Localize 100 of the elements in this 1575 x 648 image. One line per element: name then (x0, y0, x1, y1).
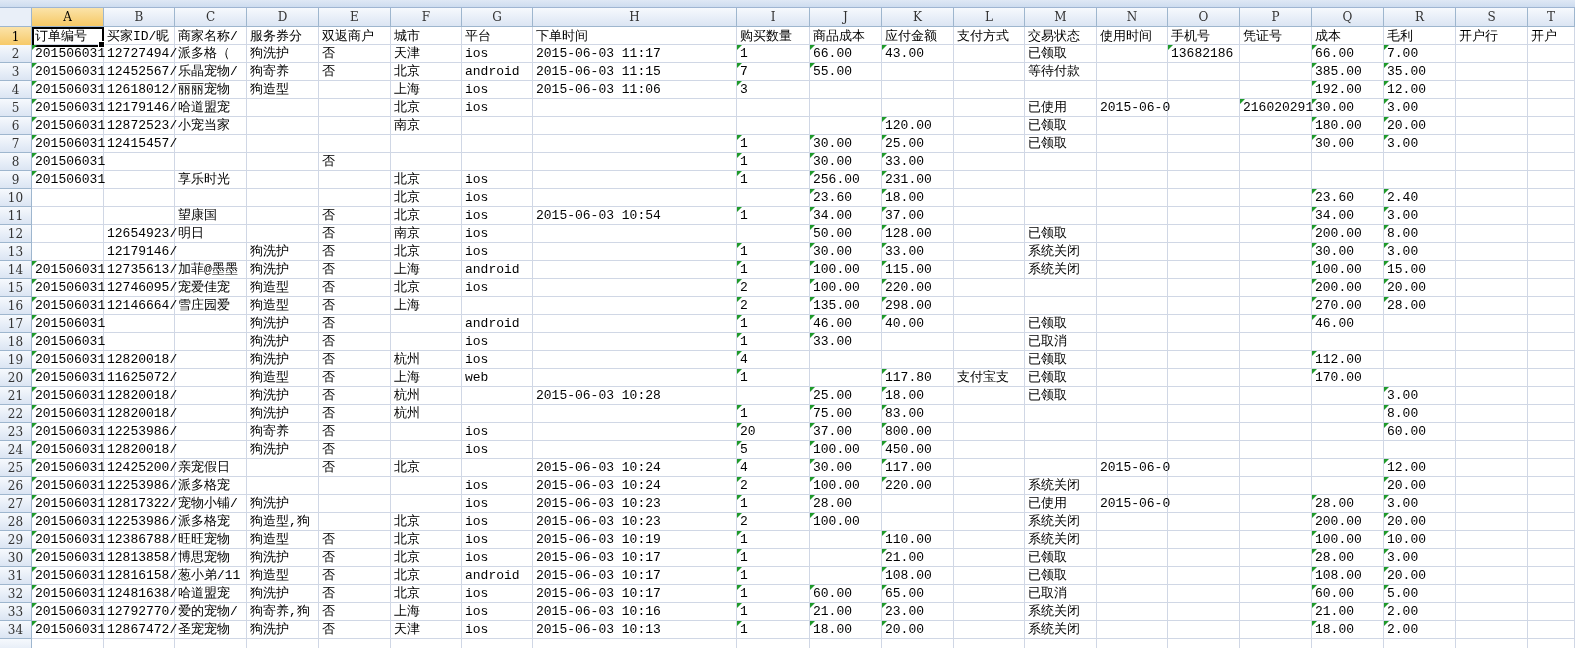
row-header[interactable]: 7 (0, 135, 32, 153)
table-cell: 108.00 (885, 568, 932, 584)
row-header[interactable]: 11 (0, 207, 32, 225)
table-cell: 12735613/ (107, 262, 178, 278)
column-header[interactable]: T (1528, 8, 1575, 27)
column-header[interactable]: K (882, 8, 954, 27)
row-header[interactable]: 24 (0, 441, 32, 459)
table-cell: 12872523/ (107, 118, 178, 134)
row-header[interactable]: 32 (0, 585, 32, 603)
table-cell: ios (465, 496, 489, 512)
column-header[interactable]: N (1097, 8, 1168, 27)
table-cell: 201506031 (35, 388, 106, 404)
table-cell: 系统关闭 (1028, 622, 1080, 638)
row-header[interactable]: 1 (0, 27, 32, 47)
row-header[interactable]: 18 (0, 333, 32, 351)
row-header[interactable]: 19 (0, 351, 32, 369)
table-cell: 1 (740, 496, 748, 512)
selected-cell[interactable]: 订单编号 (32, 27, 104, 47)
row-header[interactable]: 16 (0, 297, 32, 315)
column-header[interactable]: M (1025, 8, 1097, 27)
row-header[interactable]: 23 (0, 423, 32, 441)
table-cell: 北京 (394, 568, 420, 584)
row-header[interactable]: 25 (0, 459, 32, 477)
row-header[interactable]: 26 (0, 477, 32, 495)
table-cell: 298.00 (885, 298, 932, 314)
row-header[interactable]: 5 (0, 99, 32, 117)
row-header[interactable]: 6 (0, 117, 32, 135)
row-header[interactable]: 15 (0, 279, 32, 297)
column-header[interactable]: A (32, 8, 104, 27)
column-header[interactable]: J (810, 8, 882, 27)
row-header[interactable]: 22 (0, 405, 32, 423)
table-cell: 狗造型,狗 (250, 514, 310, 530)
table-cell: ios (465, 586, 489, 602)
row-header[interactable]: 21 (0, 387, 32, 405)
table-cell: 30.00 (1315, 100, 1354, 116)
row-header[interactable]: 2 (0, 45, 32, 63)
table-cell: 否 (322, 586, 335, 602)
table-cell: 5 (740, 442, 748, 458)
table-cell: 75.00 (813, 406, 852, 422)
row-header[interactable]: 14 (0, 261, 32, 279)
table-cell: 北京 (394, 64, 420, 80)
table-cell: 加菲@墨墨 (178, 262, 238, 278)
table-cell: ios (465, 244, 489, 260)
table-cell: 已领取 (1028, 568, 1067, 584)
table-cell: 34.00 (813, 208, 852, 224)
row-header[interactable]: 3 (0, 63, 32, 81)
row-header[interactable]: 30 (0, 549, 32, 567)
table-cell: 狗洗护 (250, 622, 289, 638)
column-header[interactable]: O (1168, 8, 1240, 27)
table-cell: 狗洗护 (250, 316, 289, 332)
table-cell: 170.00 (1315, 370, 1362, 386)
column-header[interactable]: S (1456, 8, 1528, 27)
column-header[interactable]: L (954, 8, 1025, 27)
table-cell: 2015-06-03 11:06 (536, 82, 661, 98)
column-header[interactable]: P (1240, 8, 1312, 27)
column-header[interactable]: C (175, 8, 247, 27)
table-cell: 201506031 (35, 370, 106, 386)
row-header[interactable]: 8 (0, 153, 32, 171)
column-header[interactable]: E (319, 8, 391, 27)
row-header[interactable]: 31 (0, 567, 32, 585)
table-cell: 2015-06-03 11:15 (536, 64, 661, 80)
table-cell: 否 (322, 406, 335, 422)
row-header[interactable]: 34 (0, 621, 32, 639)
row-header[interactable]: 28 (0, 513, 32, 531)
table-cell: 已领取 (1028, 136, 1067, 152)
row-header[interactable]: 9 (0, 171, 32, 189)
row-header[interactable]: 17 (0, 315, 32, 333)
row-header[interactable]: 12 (0, 225, 32, 243)
table-cell: 狗洗护 (250, 586, 289, 602)
table-cell: ios (465, 46, 489, 62)
row-header[interactable]: 20 (0, 369, 32, 387)
table-cell: 3.00 (1387, 496, 1419, 512)
fill-handle[interactable] (98, 41, 105, 48)
header-cell: 成本 (1315, 29, 1341, 45)
table-cell: 3 (740, 82, 748, 98)
column-header[interactable]: D (247, 8, 319, 27)
row-header[interactable]: 27 (0, 495, 32, 513)
row-header[interactable]: 13 (0, 243, 32, 261)
row-header[interactable]: 29 (0, 531, 32, 549)
table-cell: ios (465, 532, 489, 548)
column-header[interactable]: B (104, 8, 175, 27)
table-cell: 旺旺宠物 (178, 532, 230, 548)
row-header[interactable]: 10 (0, 189, 32, 207)
table-cell: ios (465, 514, 489, 530)
column-header[interactable]: Q (1312, 8, 1384, 27)
column-header[interactable]: H (533, 8, 737, 27)
table-cell: 12618012/ (107, 82, 178, 98)
column-header[interactable]: F (391, 8, 462, 27)
table-cell: 12.00 (1387, 82, 1426, 98)
column-header[interactable]: G (462, 8, 533, 27)
row-header[interactable]: 4 (0, 81, 32, 99)
table-cell: 60.00 (1387, 424, 1426, 440)
row-header[interactable]: 33 (0, 603, 32, 621)
select-all-button[interactable] (0, 8, 32, 27)
table-cell: 12425200/ (107, 460, 178, 476)
table-cell: 23.60 (813, 190, 852, 206)
table-cell: 北京 (394, 100, 420, 116)
column-header[interactable]: R (1384, 8, 1456, 27)
table-cell: 狗造型 (250, 298, 289, 314)
column-header[interactable]: I (737, 8, 810, 27)
